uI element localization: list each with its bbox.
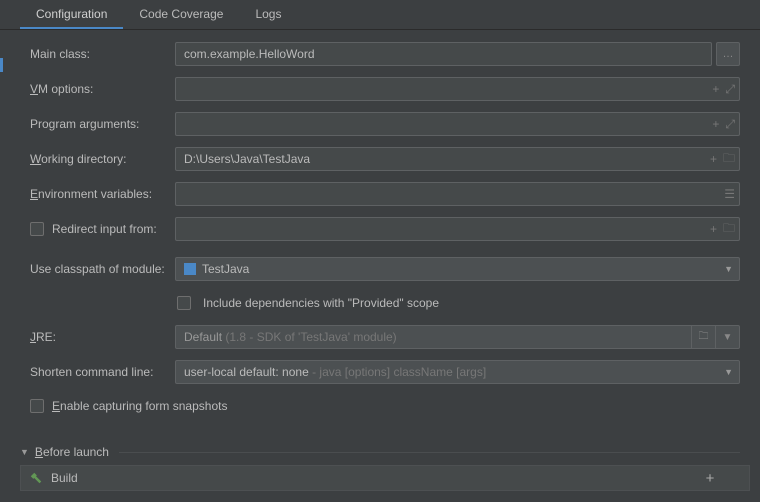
before-launch-add-button[interactable]: + (700, 468, 720, 488)
working-dir-input[interactable]: D:\Users\Java\TestJava + 🗀 (175, 147, 740, 171)
redirect-input-label-wrap: Redirect input from: (30, 222, 175, 236)
jre-browse-icon[interactable]: 🗀 (691, 325, 715, 349)
vm-options-label: VM options: (30, 82, 175, 96)
classpath-caret-icon: ▼ (724, 264, 733, 274)
main-class-value: com.example.HelloWord (184, 47, 315, 61)
env-vars-input[interactable]: ☰ (175, 182, 740, 206)
program-args-input[interactable]: + ⤢ (175, 112, 740, 136)
shorten-label: Shorten command line: (30, 365, 175, 379)
tab-code-coverage[interactable]: Code Coverage (123, 0, 239, 29)
redirect-input-browse-icon[interactable]: 🗀 (723, 219, 735, 240)
jre-select[interactable]: Default (1.8 - SDK of 'TestJava' module)… (175, 325, 740, 349)
before-launch-item[interactable]: Build (20, 465, 750, 491)
jre-caret-icon[interactable]: ▼ (715, 325, 739, 349)
vm-options-add-icon[interactable]: + (712, 82, 719, 96)
env-vars-list-icon[interactable]: ☰ (724, 187, 735, 201)
before-launch-header: Before launch (35, 445, 109, 459)
active-indicator (0, 58, 3, 72)
main-class-label: Main class: (30, 47, 175, 61)
working-dir-browse-icon[interactable]: 🗀 (723, 149, 735, 170)
tab-configuration[interactable]: Configuration (20, 0, 123, 29)
tab-bar: Configuration Code Coverage Logs (0, 0, 760, 30)
include-deps-checkbox[interactable] (177, 296, 191, 310)
configuration-panel: Main class: com.example.HelloWord … VM o… (0, 30, 760, 491)
classpath-select[interactable]: TestJava ▼ (175, 257, 740, 281)
form-snapshots-checkbox[interactable] (30, 399, 44, 413)
redirect-input-label: Redirect input from: (52, 222, 157, 236)
program-args-expand-icon[interactable]: ⤢ (725, 117, 735, 132)
redirect-input-checkbox[interactable] (30, 222, 44, 236)
jre-hint: (1.8 - SDK of 'TestJava' module) (222, 330, 397, 344)
redirect-input-input[interactable]: + 🗀 (175, 217, 740, 241)
form-snapshots-label: Enable capturing form snapshots (52, 399, 227, 413)
shorten-hint: - java [options] className [args] (309, 365, 486, 379)
before-launch-toggle-icon[interactable]: ▼ (20, 447, 29, 457)
module-icon (184, 263, 196, 275)
build-label: Build (51, 471, 78, 485)
jre-value: Default (184, 330, 222, 344)
build-hammer-icon (29, 471, 43, 485)
classpath-label: Use classpath of module: (30, 262, 175, 276)
section-divider (119, 452, 740, 453)
include-deps-label: Include dependencies with "Provided" sco… (203, 296, 439, 310)
shorten-caret-icon: ▼ (724, 367, 733, 377)
shorten-value: user-local default: none (184, 365, 309, 379)
vm-options-expand-icon[interactable]: ⤢ (725, 82, 735, 97)
vm-options-input[interactable]: + ⤢ (175, 77, 740, 101)
main-class-input[interactable]: com.example.HelloWord (175, 42, 712, 66)
main-class-browse-button[interactable]: … (716, 42, 740, 66)
program-args-add-icon[interactable]: + (712, 117, 719, 131)
env-vars-label: Environment variables: (30, 187, 175, 201)
working-dir-add-icon[interactable]: + (710, 152, 717, 166)
classpath-value: TestJava (202, 262, 249, 276)
tab-logs[interactable]: Logs (239, 0, 297, 29)
jre-label: JRE: (30, 330, 175, 344)
working-dir-label: Working directory: (30, 152, 175, 166)
program-args-label: Program arguments: (30, 117, 175, 131)
shorten-select[interactable]: user-local default: none - java [options… (175, 360, 740, 384)
redirect-input-add-icon[interactable]: + (710, 222, 717, 236)
working-dir-value: D:\Users\Java\TestJava (184, 152, 310, 166)
